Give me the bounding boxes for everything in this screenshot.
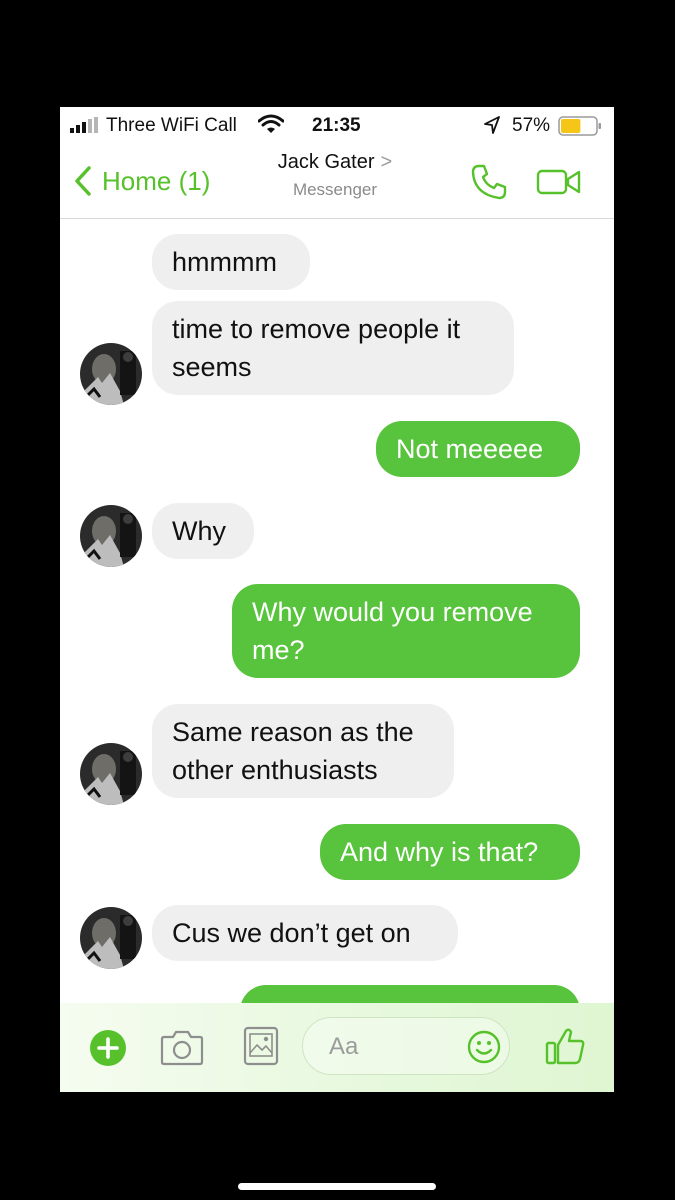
incoming-message[interactable]: Why [152,503,254,559]
battery-percentage: 57% [512,115,551,136]
signal-icon [70,117,98,133]
chevron-left-icon [75,166,91,196]
incoming-message[interactable]: hmmmm [152,234,310,290]
incoming-message[interactable]: time to remove people it seems [152,301,514,395]
phone-icon[interactable] [470,163,508,201]
wifi-icon [258,114,284,133]
contact-subtitle: Messenger [292,180,378,199]
status-bar: Three WiFi Call 21:35 57% [60,107,614,143]
conversation-header: Home (1) Jack Gater > Messenger [60,143,614,219]
message-input[interactable]: Aa [302,1017,510,1075]
incoming-message[interactable]: Cus we don’t get on [152,905,458,961]
outgoing-message[interactable]: And why is that? [320,824,580,880]
chevron-right-icon: > [380,151,393,173]
carrier-name: Three WiFi Call [106,115,237,136]
location-arrow-icon [484,116,500,134]
back-button[interactable]: Home (1) [74,161,210,201]
contact-avatar[interactable] [80,505,142,567]
input-placeholder: Aa [329,1033,359,1060]
home-indicator[interactable] [238,1183,436,1190]
image-icon[interactable] [242,1025,280,1067]
video-camera-icon[interactable] [536,165,582,199]
outgoing-message[interactable]: Why would you remove me? [232,584,580,678]
camera-icon[interactable] [160,1027,204,1067]
status-time: 21:35 [312,115,361,136]
back-label: Home (1) [102,165,211,196]
contact-title[interactable]: Jack Gater > Messenger [250,151,420,200]
contact-avatar[interactable] [80,907,142,969]
emoji-icon[interactable] [467,1030,501,1064]
composer-bar: Aa [60,1003,614,1092]
incoming-message[interactable]: Same reason as the other enthusiasts [152,704,454,798]
plus-icon[interactable] [89,1029,127,1067]
contact-name: Jack Gater [277,151,375,173]
contact-avatar[interactable] [80,743,142,805]
thumbs-up-icon[interactable] [544,1025,586,1067]
contact-avatar[interactable] [80,343,142,405]
outgoing-message[interactable]: Not meeeee [376,421,580,477]
messenger-screen: Three WiFi Call 21:35 57% Home (1) Jack … [60,107,614,1092]
battery-icon [558,116,601,136]
